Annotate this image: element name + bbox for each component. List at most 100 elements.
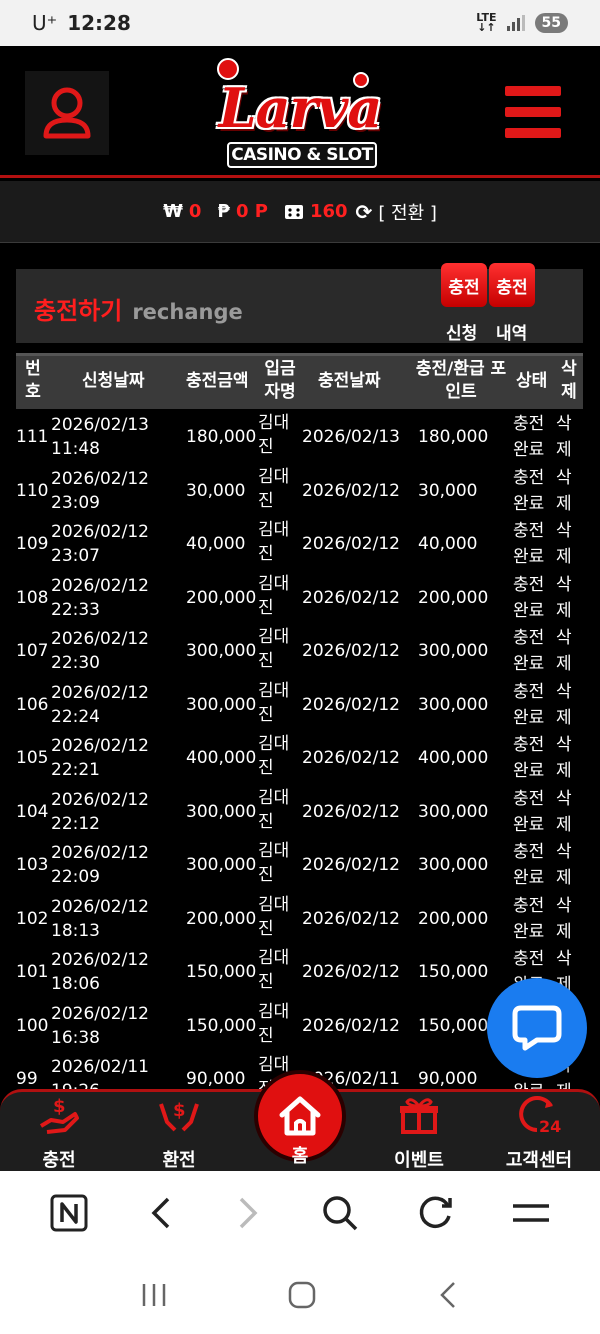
- row-points: 300,000: [418, 801, 489, 822]
- table-row: 107 2026/02/12 22:30 300,000 김대 진 2026/02/12 30…: [16, 623, 583, 677]
- row-charge-date: 2026/02/12: [302, 694, 400, 715]
- row-status: 충전완료: [513, 735, 545, 781]
- back-icon[interactable]: [146, 1195, 176, 1231]
- row-depositor: 김대진: [258, 948, 290, 992]
- system-navigation: [0, 1255, 600, 1334]
- row-delete-button[interactable]: 삭제: [556, 732, 572, 784]
- row-number: 104: [16, 801, 49, 822]
- table-row: 111 2026/02/13 11:48 180,000 김대 진 2026/02/13 18…: [16, 409, 583, 463]
- row-charge-date: 2026/02/12: [302, 641, 400, 661]
- row-number: 110: [16, 480, 49, 501]
- row-points: 150,000: [418, 1015, 489, 1036]
- nav-support[interactable]: 24 고객센터: [494, 1096, 584, 1172]
- svg-text:24: 24: [539, 1117, 561, 1134]
- logo[interactable]: Larva CASINO & SLOT: [205, 54, 395, 170]
- table-row: 106 2026/02/12 22:24 300,000 김대 진 2026/02/12 30…: [16, 677, 583, 731]
- row-points: 300,000: [418, 694, 489, 715]
- row-request-date: 2026/02/12 22:21: [51, 736, 149, 780]
- home-icon: [279, 1096, 321, 1136]
- col-charge-date: 충전날짜: [318, 371, 381, 391]
- row-status: 충전완료: [513, 895, 545, 942]
- row-points: 200,000: [418, 908, 489, 929]
- row-delete-button[interactable]: 삭제: [556, 518, 572, 570]
- row-amount: 300,000: [186, 801, 257, 822]
- tab-charge-request[interactable]: 충전: [441, 263, 487, 307]
- table-header: 번호 신청날짜 충전금액 입금 자명 충전날짜 충전/환급 포 인트 상태 삭제: [16, 353, 583, 409]
- row-depositor: 김대진: [258, 787, 290, 832]
- row-request-date: 2026/02/13 11:48: [51, 415, 149, 459]
- col-no: 번호: [25, 359, 41, 402]
- row-number: 105: [16, 748, 49, 768]
- row-depositor: 김대진: [258, 627, 290, 671]
- row-amount: 40,000: [186, 534, 246, 554]
- row-request-date: 2026/02/12 22:09: [51, 843, 149, 887]
- table-row: 105 2026/02/12 22:21 400,000 김대 진 2026/02/12 40…: [16, 730, 583, 784]
- logo-subtitle: CASINO & SLOT: [227, 142, 377, 168]
- tab-charge-history-label[interactable]: 내역: [496, 319, 527, 344]
- row-delete-button[interactable]: 삭제: [556, 786, 572, 838]
- chip-balance: 160: [309, 201, 348, 222]
- row-request-date: 2026/02/12 22:24: [51, 682, 149, 727]
- col-status: 상태: [516, 371, 548, 391]
- menu-icon[interactable]: [511, 1198, 551, 1228]
- row-delete-button[interactable]: 삭제: [556, 465, 572, 517]
- profile-button[interactable]: [25, 71, 109, 155]
- row-delete-button[interactable]: 삭제: [556, 411, 572, 463]
- row-request-date: 2026/02/1119:26: [51, 1057, 149, 1089]
- nav-exchange[interactable]: $ 환전: [134, 1096, 224, 1172]
- row-delete-button[interactable]: 삭제: [556, 893, 572, 945]
- deposit-icon: $: [39, 1096, 79, 1134]
- reload-icon[interactable]: [416, 1194, 454, 1232]
- browser-toolbar: [0, 1171, 600, 1255]
- nav-home-label[interactable]: 홈: [280, 1142, 320, 1168]
- exchange-icon: $: [159, 1100, 199, 1132]
- row-amount: 400,000: [186, 748, 257, 768]
- recents-icon[interactable]: [140, 1282, 168, 1308]
- row-delete-button[interactable]: 삭제: [556, 839, 572, 891]
- nav-event[interactable]: 이벤트: [374, 1096, 464, 1172]
- hamburger-menu-icon[interactable]: [505, 86, 561, 138]
- row-delete-button[interactable]: 삭제: [556, 679, 572, 731]
- row-depositor: 김대진: [258, 413, 290, 457]
- row-number: 102: [16, 908, 49, 929]
- row-delete-button[interactable]: 삭제: [556, 625, 572, 677]
- balance-bar: ₩ 0 ₱ 0 P 160 ⟳ [ 전환 ]: [0, 181, 600, 243]
- col-points: 충전/환급 포 인트: [415, 359, 507, 402]
- forward-icon[interactable]: [233, 1195, 263, 1231]
- row-request-date: 2026/02/12 18:06: [51, 950, 149, 994]
- tab-charge-request-label[interactable]: 신청: [446, 319, 477, 344]
- refresh-icon[interactable]: ⟳: [356, 200, 373, 224]
- row-depositor: 김대진: [258, 573, 290, 618]
- row-depositor: 김대진: [258, 1001, 290, 1046]
- row-charge-date: 2026/02/12: [302, 534, 400, 554]
- row-depositor: 김대진: [258, 680, 290, 725]
- search-icon[interactable]: [321, 1194, 359, 1232]
- row-points: 30,000: [418, 480, 478, 501]
- back-system-icon[interactable]: [436, 1280, 460, 1310]
- home-system-icon[interactable]: [287, 1280, 317, 1310]
- nav-deposit[interactable]: $ 충전: [14, 1096, 104, 1172]
- won-balance: 0: [188, 201, 202, 222]
- row-status: 충전완료: [513, 414, 545, 460]
- row-depositor: 김대진: [258, 841, 290, 885]
- row-amount: 180,000: [186, 427, 257, 447]
- row-number: 106: [16, 694, 49, 715]
- table-row: 101 2026/02/12 18:06 150,000 김대 진 2026/02/12 15…: [16, 944, 583, 998]
- row-delete-button[interactable]: 삭제: [556, 572, 572, 624]
- chat-button[interactable]: [487, 978, 587, 1078]
- row-points: 90,000: [418, 1069, 478, 1089]
- convert-button[interactable]: [ 전환 ]: [378, 199, 437, 225]
- tab-charge-history[interactable]: 충전: [489, 263, 535, 307]
- naver-icon[interactable]: [49, 1193, 89, 1233]
- row-points: 300,000: [418, 641, 489, 661]
- site-header: Larva CASINO & SLOT: [0, 46, 600, 178]
- won-icon: ₩: [163, 201, 183, 222]
- row-points: 150,000: [418, 962, 489, 982]
- row-request-date: 2026/02/12 23:07: [51, 522, 149, 566]
- row-status: 충전완료: [513, 467, 545, 514]
- row-amount: 200,000: [186, 587, 257, 608]
- table-row: 109 2026/02/12 23:07 40,000 김대 진 2026/02/12 40,…: [16, 516, 583, 570]
- logo-wordmark: Larva: [218, 76, 383, 140]
- row-number: 99: [16, 1069, 38, 1089]
- row-status: 충전완료: [513, 842, 545, 888]
